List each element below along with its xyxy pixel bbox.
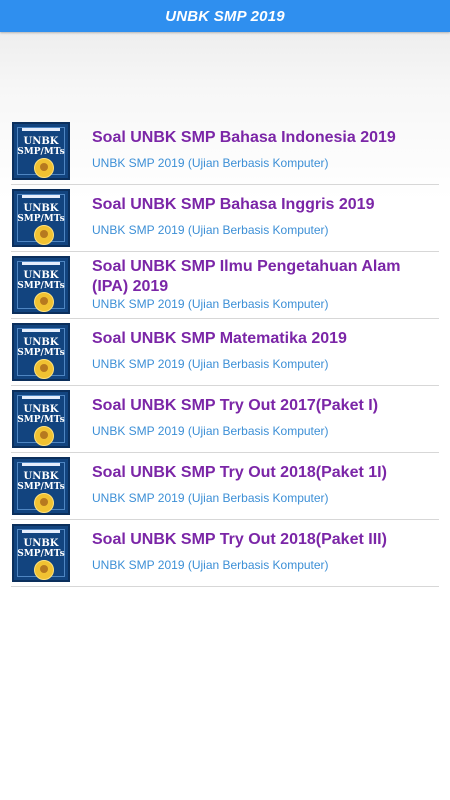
seal-icon	[34, 225, 54, 245]
seal-icon	[34, 158, 54, 178]
item-title: Soal UNBK SMP Bahasa Inggris 2019	[92, 196, 375, 213]
book-cover-thumbnail: UNBK SMP/MTs	[12, 457, 70, 515]
seal-icon	[34, 426, 54, 446]
item-title: Soal UNBK SMP Try Out 2018(Paket III)	[92, 531, 387, 548]
item-subtitle: UNBK SMP 2019 (Ujian Berbasis Komputer)	[92, 223, 329, 237]
app-bar-title: UNBK SMP 2019	[165, 7, 285, 25]
item-subtitle: UNBK SMP 2019 (Ujian Berbasis Komputer)	[92, 357, 329, 371]
item-title: Soal UNBK SMP Bahasa Indonesia 2019	[92, 129, 396, 146]
list-item[interactable]: UNBK SMP/MTs Soal UNBK SMP Bahasa Indone…	[11, 118, 439, 185]
list-item[interactable]: UNBK SMP/MTs Soal UNBK SMP Matematika 20…	[11, 319, 439, 386]
book-cover-thumbnail: UNBK SMP/MTs	[12, 390, 70, 448]
list-item[interactable]: UNBK SMP/MTs Soal UNBK SMP Try Out 2017(…	[11, 386, 439, 453]
list-item[interactable]: UNBK SMP/MTs Soal UNBK SMP Ilmu Pengetah…	[11, 252, 439, 319]
book-cover-thumbnail: UNBK SMP/MTs	[12, 524, 70, 582]
item-subtitle: UNBK SMP 2019 (Ujian Berbasis Komputer)	[92, 297, 329, 311]
lesson-list: UNBK SMP/MTs Soal UNBK SMP Bahasa Indone…	[0, 118, 450, 587]
list-item[interactable]: UNBK SMP/MTs Soal UNBK SMP Try Out 2018(…	[11, 453, 439, 520]
item-subtitle: UNBK SMP 2019 (Ujian Berbasis Komputer)	[92, 558, 329, 572]
app-bar: UNBK SMP 2019	[0, 0, 450, 32]
list-item[interactable]: UNBK SMP/MTs Soal UNBK SMP Bahasa Inggri…	[11, 185, 439, 252]
item-subtitle: UNBK SMP 2019 (Ujian Berbasis Komputer)	[92, 424, 329, 438]
seal-icon	[34, 493, 54, 513]
item-subtitle: UNBK SMP 2019 (Ujian Berbasis Komputer)	[92, 156, 329, 170]
seal-icon	[34, 359, 54, 379]
book-cover-thumbnail: UNBK SMP/MTs	[12, 189, 70, 247]
seal-icon	[34, 292, 54, 312]
item-subtitle: UNBK SMP 2019 (Ujian Berbasis Komputer)	[92, 491, 329, 505]
seal-icon	[34, 560, 54, 580]
item-title: Soal UNBK SMP Ilmu Pengetahuan Alam (IPA…	[92, 258, 401, 295]
item-title: Soal UNBK SMP Try Out 2017(Paket I)	[92, 397, 379, 414]
book-cover-thumbnail: UNBK SMP/MTs	[12, 122, 70, 180]
item-title: Soal UNBK SMP Try Out 2018(Paket 1I)	[92, 464, 387, 481]
book-cover-thumbnail: UNBK SMP/MTs	[12, 323, 70, 381]
book-cover-thumbnail: UNBK SMP/MTs	[12, 256, 70, 314]
list-item[interactable]: UNBK SMP/MTs Soal UNBK SMP Try Out 2018(…	[11, 520, 439, 587]
item-title: Soal UNBK SMP Matematika 2019	[92, 330, 347, 347]
